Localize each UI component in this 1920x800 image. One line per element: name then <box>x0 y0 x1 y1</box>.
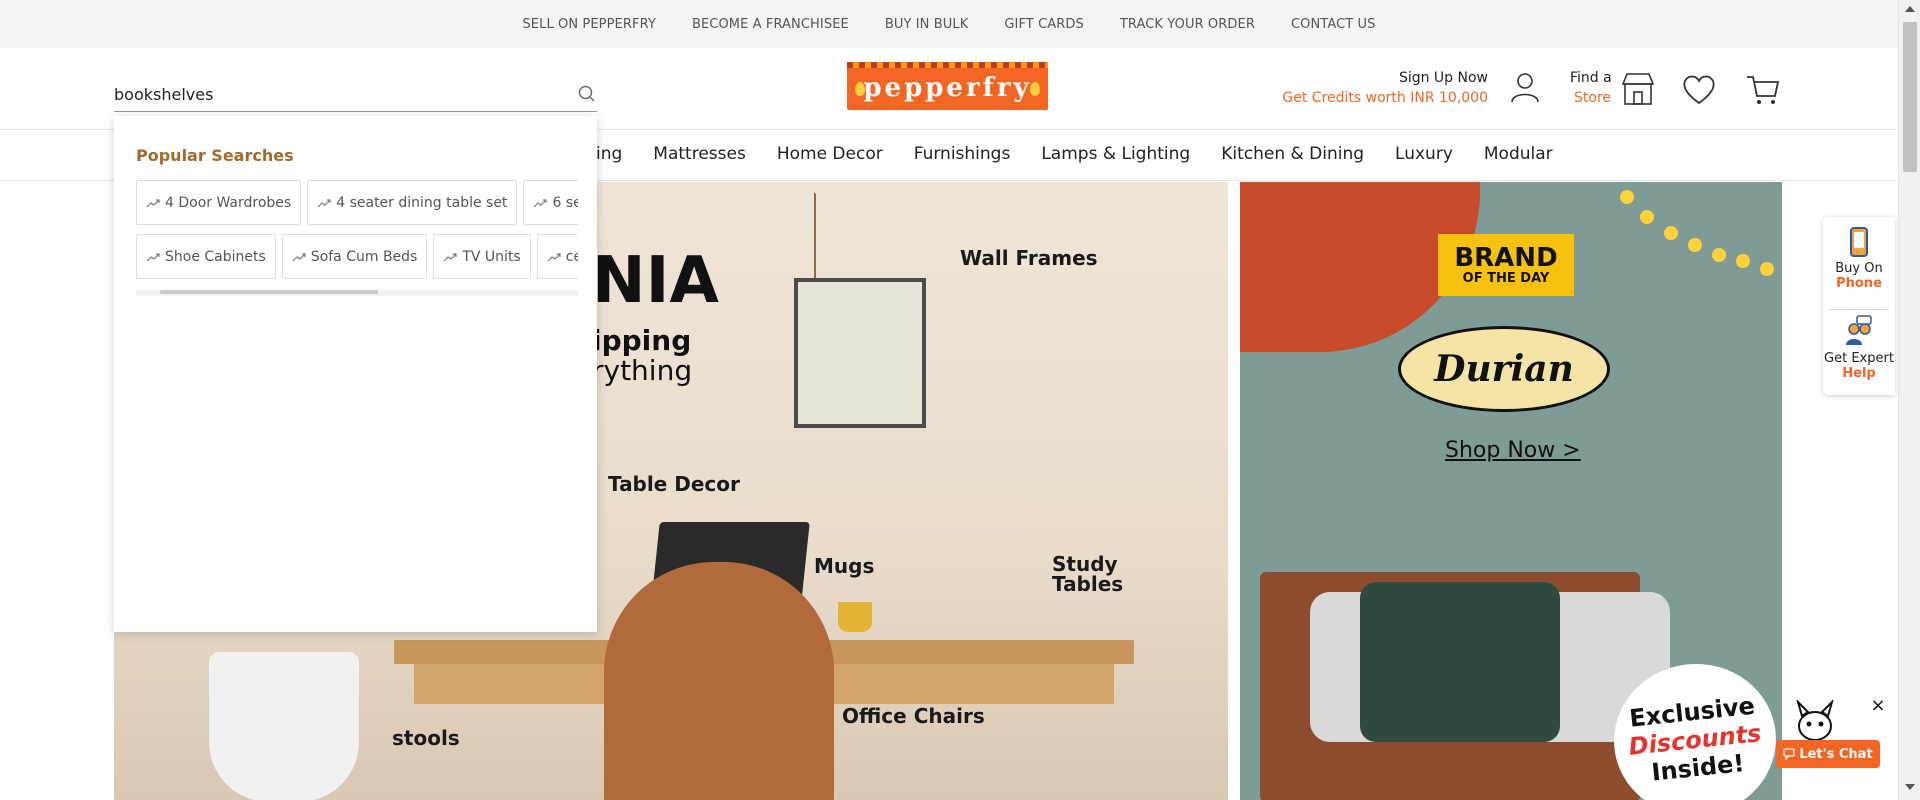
nav-item-modular[interactable]: Modular <box>1484 144 1553 164</box>
chips-scrollbar-thumb[interactable] <box>160 290 378 294</box>
string-lights <box>1540 182 1782 302</box>
user-icon[interactable] <box>1508 70 1542 104</box>
search-icon[interactable] <box>577 84 597 104</box>
nav-item-kitchen-dining[interactable]: Kitchen & Dining <box>1221 144 1364 164</box>
store-icon[interactable] <box>1620 70 1656 106</box>
help-label: Help <box>1842 366 1876 381</box>
hero-subline-2: rything <box>592 354 693 387</box>
popular-searches-heading: Popular Searches <box>136 146 294 165</box>
trending-icon <box>146 252 160 261</box>
popular-searches-row-1: 4 Door Wardrobes 4 seater dining table se… <box>136 180 578 226</box>
hero-subline-1: ipping <box>592 324 692 357</box>
contact-us-link[interactable]: CONTACT US <box>1291 17 1376 32</box>
category-list: ing Mattresses Home Decor Furnishings La… <box>596 144 1553 164</box>
buy-on-phone-button[interactable]: Buy On Phone <box>1823 227 1895 291</box>
lets-chat-label: Let's Chat <box>1799 746 1873 762</box>
plant-pot-image <box>209 652 359 800</box>
chat-close-icon[interactable]: × <box>1870 697 1886 715</box>
chip-4-door-wardrobes[interactable]: 4 Door Wardrobes <box>136 180 302 225</box>
trending-icon <box>547 252 561 261</box>
signup-subtitle: Get Credits worth INR 10,000 <box>1282 90 1488 106</box>
lets-chat-button[interactable]: Let's Chat <box>1776 740 1880 768</box>
track-order-link[interactable]: TRACK YOUR ORDER <box>1120 17 1255 32</box>
search-suggestions-dropdown: Popular Searches 4 Door Wardrobes 4 seate… <box>114 116 597 632</box>
chip-center-tables[interactable]: center t <box>536 234 578 279</box>
durian-logo: Durian <box>1398 326 1610 412</box>
brand-of-the-day-badge: BRAND OF THE DAY <box>1438 234 1574 296</box>
label-table-decor: Table Decor <box>608 472 740 496</box>
expert-icon <box>1846 315 1872 345</box>
logo-text: pepperfry <box>863 73 1032 103</box>
heart-icon[interactable] <box>1681 72 1717 106</box>
trending-icon <box>534 198 548 207</box>
chips-scrollbar[interactable] <box>136 290 578 296</box>
hero-headline: NIA <box>592 244 719 318</box>
search-bar <box>114 76 597 112</box>
find-store-line2: Store <box>1574 90 1612 106</box>
nav-item-lamps-lighting[interactable]: Lamps & Lighting <box>1041 144 1190 164</box>
label-stools: stools <box>392 726 460 750</box>
get-expert-label: Get Expert <box>1824 351 1894 366</box>
flame-icon <box>855 82 865 96</box>
chat-mascot-icon[interactable] <box>1790 700 1840 744</box>
chat-bubble-icon <box>1783 748 1795 760</box>
find-store-block[interactable]: Find a Store <box>1570 70 1612 106</box>
chip-sofa-cum-beds[interactable]: Sofa Cum Beds <box>281 234 428 279</box>
nav-item-partial[interactable]: ing <box>596 144 622 164</box>
page-scrollbar[interactable] <box>1898 0 1920 800</box>
page-scrollbar-thumb[interactable] <box>1903 22 1917 172</box>
trending-icon <box>146 198 160 207</box>
cart-icon[interactable] <box>1745 72 1781 106</box>
mug-image <box>838 602 872 632</box>
sell-on-pepperfry-link[interactable]: SELL ON PEPPERFRY <box>522 17 655 32</box>
search-input[interactable] <box>114 82 554 106</box>
scroll-up-icon[interactable] <box>1905 6 1915 12</box>
become-franchisee-link[interactable]: BECOME A FRANCHISEE <box>692 17 849 32</box>
frame-wire <box>814 192 914 282</box>
logo-fringe <box>847 62 1048 68</box>
nav-item-mattresses[interactable]: Mattresses <box>653 144 746 164</box>
bed-cover-image <box>1360 582 1560 742</box>
office-chair-image <box>604 562 834 800</box>
label-office-chairs: Office Chairs <box>842 704 985 728</box>
signup-title: Sign Up Now <box>1398 70 1488 86</box>
nav-item-furnishings[interactable]: Furnishings <box>914 144 1011 164</box>
buy-in-bulk-link[interactable]: BUY IN BULK <box>885 17 969 32</box>
chip-6-seater-dining[interactable]: 6 seater din <box>523 180 578 225</box>
signup-block[interactable]: Sign Up Now Get Credits worth INR 10,000 <box>1282 70 1488 106</box>
buy-on-label: Buy On <box>1835 261 1883 276</box>
top-utility-bar: SELL ON PEPPERFRY BECOME A FRANCHISEE BU… <box>0 0 1898 48</box>
pepperfry-logo[interactable]: pepperfry <box>847 62 1048 110</box>
nav-item-home-decor[interactable]: Home Decor <box>777 144 883 164</box>
phone-label: Phone <box>1836 276 1882 291</box>
nav-item-luxury[interactable]: Luxury <box>1395 144 1453 164</box>
popular-searches-row-2: Shoe CabinetsSofa Cum BedsTV Unitscenter… <box>136 234 578 280</box>
get-expert-help-button[interactable]: Get Expert Help <box>1823 315 1895 381</box>
side-help-panel: Buy On Phone Get Expert Help <box>1823 217 1895 395</box>
flame-icon <box>1030 82 1040 96</box>
brand-badge-line1: BRAND <box>1454 242 1558 273</box>
label-tables: Tables <box>1052 572 1124 596</box>
side-divider <box>1829 309 1889 310</box>
wall-frame-image <box>794 278 926 428</box>
phone-icon <box>1850 227 1868 257</box>
brand-badge-line2: OF THE DAY <box>1462 270 1550 286</box>
chip-4-seater-dining-table-set[interactable]: 4 seater dining table set <box>307 180 518 225</box>
find-store-line1: Find a <box>1570 70 1612 86</box>
shop-now-link[interactable]: Shop Now > <box>1445 438 1581 463</box>
trending-icon <box>317 198 331 207</box>
chip-tv-units[interactable]: TV Units <box>433 234 531 279</box>
trending-icon <box>443 252 457 261</box>
label-wall-frames: Wall Frames <box>960 246 1098 270</box>
label-mugs: Mugs <box>814 554 875 578</box>
scroll-down-icon[interactable] <box>1905 784 1915 790</box>
trending-icon <box>292 252 306 261</box>
gift-cards-link[interactable]: GIFT CARDS <box>1004 17 1084 32</box>
chip-shoe-cabinets[interactable]: Shoe Cabinets <box>136 234 276 279</box>
